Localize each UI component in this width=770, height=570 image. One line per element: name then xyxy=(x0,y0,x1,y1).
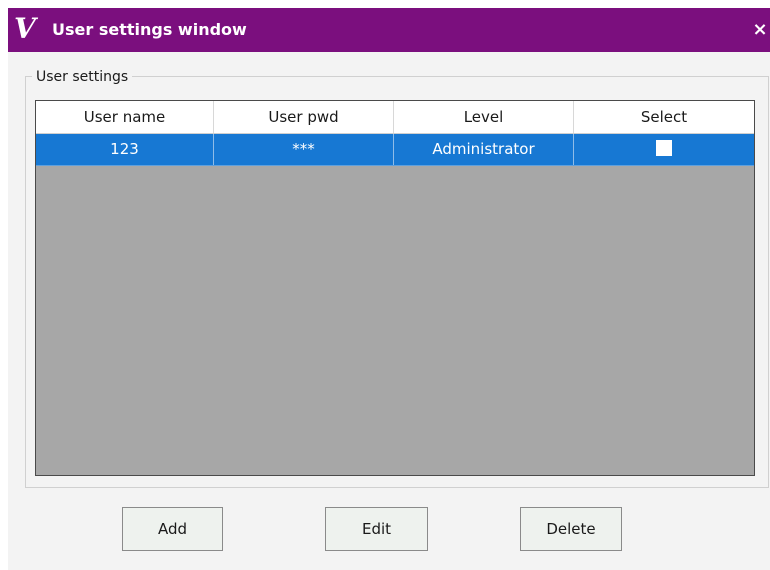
user-settings-window: V User settings window × User settings U… xyxy=(8,8,770,570)
cell-user-pwd[interactable]: *** xyxy=(214,134,394,165)
delete-button[interactable]: Delete xyxy=(520,507,622,551)
title-bar[interactable]: V User settings window × xyxy=(8,8,770,52)
user-table: User name User pwd Level Select 123 *** … xyxy=(35,100,755,476)
table-header: User name User pwd Level Select xyxy=(36,101,754,134)
column-header-user-name[interactable]: User name xyxy=(36,101,214,133)
column-header-user-pwd[interactable]: User pwd xyxy=(214,101,394,133)
column-header-level[interactable]: Level xyxy=(394,101,574,133)
close-icon[interactable]: × xyxy=(752,17,768,43)
add-button[interactable]: Add xyxy=(122,507,223,551)
table-row[interactable]: 123 *** Administrator xyxy=(36,134,754,166)
groupbox-label: User settings xyxy=(32,68,133,86)
window-title: User settings window xyxy=(52,20,247,39)
edit-button[interactable]: Edit xyxy=(325,507,428,551)
column-header-select[interactable]: Select xyxy=(574,101,754,133)
v-logo-icon: V xyxy=(14,12,36,45)
cell-user-name[interactable]: 123 xyxy=(36,134,214,165)
checkbox-unchecked-icon[interactable] xyxy=(656,140,672,156)
cell-level[interactable]: Administrator xyxy=(394,134,574,165)
cell-select[interactable] xyxy=(574,134,754,165)
